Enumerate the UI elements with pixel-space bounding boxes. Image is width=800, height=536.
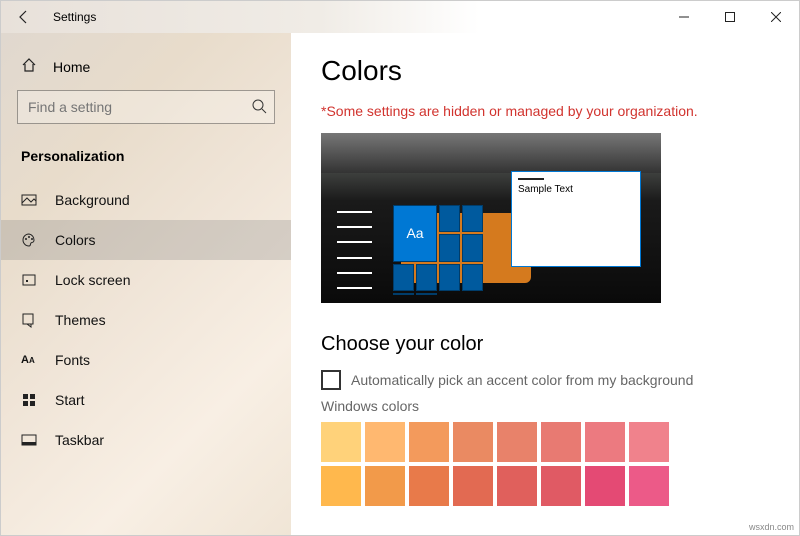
sidebar-item-lock-screen[interactable]: Lock screen [1, 260, 291, 300]
color-swatch[interactable] [409, 422, 449, 462]
color-swatch-grid [321, 422, 769, 506]
color-swatch[interactable] [629, 422, 669, 462]
sidebar: Home Personalization Background Colors [1, 33, 291, 535]
preview-sample-window: Sample Text [511, 171, 641, 267]
color-swatch[interactable] [629, 466, 669, 506]
color-swatch[interactable] [453, 422, 493, 462]
color-swatch[interactable] [541, 422, 581, 462]
color-swatch[interactable] [321, 466, 361, 506]
palette-icon [21, 232, 37, 248]
search-input[interactable] [17, 90, 275, 124]
lock-screen-icon [21, 272, 37, 288]
auto-accent-label: Automatically pick an accent color from … [351, 372, 693, 388]
maximize-button[interactable] [707, 1, 753, 33]
home-link[interactable]: Home [1, 51, 291, 90]
choose-color-heading: Choose your color [321, 333, 769, 356]
sidebar-item-colors[interactable]: Colors [1, 220, 291, 260]
color-swatch[interactable] [409, 466, 449, 506]
color-swatch[interactable] [365, 466, 405, 506]
minimize-button[interactable] [661, 1, 707, 33]
color-preview: Aa Sample Text [321, 133, 661, 303]
close-button[interactable] [753, 1, 799, 33]
color-swatch[interactable] [453, 466, 493, 506]
sidebar-item-label: Themes [55, 312, 106, 328]
sidebar-item-label: Start [55, 392, 85, 408]
sidebar-item-fonts[interactable]: AA Fonts [1, 340, 291, 380]
category-heading: Personalization [1, 142, 291, 180]
sidebar-item-label: Lock screen [55, 272, 130, 288]
home-label: Home [53, 59, 90, 75]
color-swatch[interactable] [541, 466, 581, 506]
color-swatch[interactable] [365, 422, 405, 462]
sidebar-item-label: Taskbar [55, 432, 104, 448]
color-swatch[interactable] [497, 422, 537, 462]
page-heading: Colors [321, 55, 769, 87]
picture-icon [21, 192, 37, 208]
sidebar-item-label: Colors [55, 232, 95, 248]
color-swatch[interactable] [321, 422, 361, 462]
sidebar-item-themes[interactable]: Themes [1, 300, 291, 340]
main-content: Colors *Some settings are hidden or mana… [291, 33, 799, 535]
preview-tile-accent: Aa [393, 205, 437, 262]
themes-icon [21, 312, 37, 328]
search-icon [251, 98, 267, 119]
windows-colors-label: Windows colors [321, 398, 769, 414]
attribution: wsxdn.com [749, 522, 794, 532]
sidebar-item-label: Fonts [55, 352, 90, 368]
color-swatch[interactable] [585, 466, 625, 506]
sidebar-item-start[interactable]: Start [1, 380, 291, 420]
preview-sample-text: Sample Text [512, 184, 640, 195]
home-icon [21, 57, 37, 76]
sidebar-item-background[interactable]: Background [1, 180, 291, 220]
color-swatch[interactable] [585, 422, 625, 462]
nav-list: Background Colors Lock screen Themes AA … [1, 180, 291, 460]
sidebar-item-label: Background [55, 192, 130, 208]
org-warning: *Some settings are hidden or managed by … [321, 103, 769, 119]
fonts-icon: AA [21, 354, 37, 366]
back-button[interactable] [1, 1, 47, 33]
start-icon [21, 392, 37, 408]
window-title: Settings [47, 10, 661, 24]
search-field-wrap [17, 90, 275, 124]
taskbar-icon [21, 432, 37, 448]
auto-accent-checkbox[interactable] [321, 370, 341, 390]
preview-start-tiles: Aa [333, 205, 483, 295]
sidebar-item-taskbar[interactable]: Taskbar [1, 420, 291, 460]
color-swatch[interactable] [497, 466, 537, 506]
